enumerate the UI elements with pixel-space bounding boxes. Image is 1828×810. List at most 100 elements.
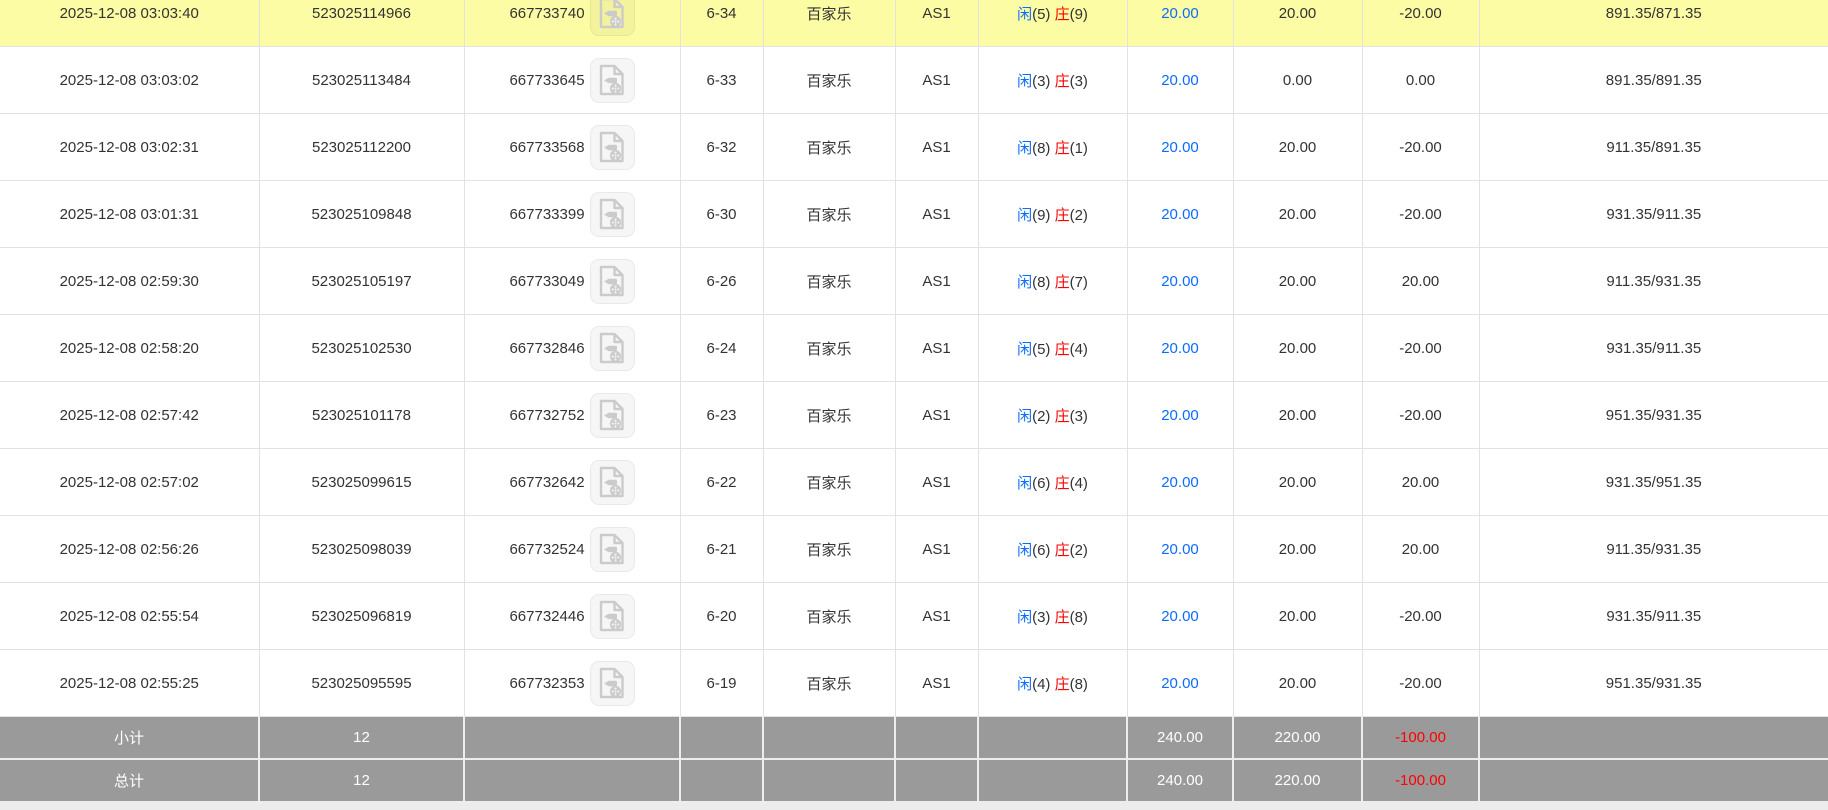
video-replay-button[interactable] bbox=[589, 526, 635, 572]
bet-time-cell: 2025-12-08 03:02:31 bbox=[0, 113, 260, 181]
bet-amount-link[interactable]: 20.00 bbox=[1161, 608, 1199, 625]
player-label: 闲 bbox=[1017, 5, 1033, 23]
game-id-text: 667732846 bbox=[509, 339, 585, 357]
video-replay-icon bbox=[599, 332, 624, 364]
valid-amount-cell: 20.00 bbox=[1233, 649, 1363, 717]
record-row[interactable]: 2025-12-08 03:02:31 523025112200 667733568… bbox=[0, 113, 1828, 181]
record-row[interactable]: 2025-12-08 02:55:25 523025095595 667732353… bbox=[0, 649, 1828, 717]
banker-label: 庄 bbox=[1054, 407, 1070, 425]
total-win-loss-cell: -100.00 bbox=[1362, 758, 1480, 803]
bet-amount-cell: 20.00 bbox=[1127, 649, 1234, 717]
win-loss-cell: -20.00 bbox=[1362, 180, 1480, 248]
round-cell: 6-26 bbox=[680, 247, 764, 315]
bet-amount-cell: 20.00 bbox=[1127, 582, 1234, 650]
bet-amount-cell: 20.00 bbox=[1127, 180, 1234, 248]
game-id-cell: 667732353 bbox=[464, 649, 681, 717]
win-loss-cell: 20.00 bbox=[1362, 448, 1480, 516]
bet-amount-link[interactable]: 20.00 bbox=[1161, 474, 1199, 491]
record-row[interactable]: 2025-12-08 02:57:42 523025101178 667732752… bbox=[0, 381, 1828, 449]
result-cell: 闲(8) 庄(7) bbox=[978, 247, 1128, 315]
record-row[interactable]: 2025-12-08 03:01:31 523025109848 667733399… bbox=[0, 180, 1828, 248]
total-bet-amount-cell: 240.00 bbox=[1127, 716, 1234, 760]
total-win-loss-cell: -100.00 bbox=[1362, 716, 1480, 760]
game-id-cell: 667732752 bbox=[464, 381, 681, 449]
bet-amount-link[interactable]: 20.00 bbox=[1161, 340, 1199, 357]
banker-label: 庄 bbox=[1054, 608, 1070, 626]
bet-amount-link[interactable]: 20.00 bbox=[1161, 139, 1199, 156]
record-row[interactable]: 2025-12-08 02:58:20 523025102530 667732846… bbox=[0, 314, 1828, 382]
balance-cell: 951.35/931.35 bbox=[1479, 649, 1828, 717]
bet-amount-cell: 20.00 bbox=[1127, 381, 1234, 449]
video-replay-icon bbox=[599, 533, 624, 565]
bet-time-cell: 2025-12-08 03:01:31 bbox=[0, 180, 260, 248]
bottom-strip bbox=[0, 803, 1828, 810]
player-label: 闲 bbox=[1017, 139, 1033, 157]
serial-number-cell: 523025095595 bbox=[259, 649, 465, 717]
valid-amount-cell: 20.00 bbox=[1233, 448, 1363, 516]
bet-amount-link[interactable]: 20.00 bbox=[1161, 206, 1199, 223]
table-name-cell: AS1 bbox=[895, 515, 979, 583]
game-type-cell: 百家乐 bbox=[763, 448, 896, 516]
banker-label: 庄 bbox=[1054, 206, 1070, 224]
player-label: 闲 bbox=[1017, 206, 1033, 224]
bet-time-cell: 2025-12-08 02:57:02 bbox=[0, 448, 260, 516]
bet-amount-link[interactable]: 20.00 bbox=[1161, 675, 1199, 692]
bet-amount-link[interactable]: 20.00 bbox=[1161, 541, 1199, 558]
video-replay-button[interactable] bbox=[589, 593, 635, 639]
result-cell: 闲(4) 庄(8) bbox=[978, 649, 1128, 717]
serial-number-cell: 523025101178 bbox=[259, 381, 465, 449]
video-replay-button[interactable] bbox=[589, 392, 635, 438]
total-valid-amount-cell: 220.00 bbox=[1233, 716, 1363, 760]
bet-time-cell: 2025-12-08 02:57:42 bbox=[0, 381, 260, 449]
round-cell: 6-19 bbox=[680, 649, 764, 717]
video-replay-button[interactable] bbox=[589, 0, 635, 36]
bet-amount-link[interactable]: 20.00 bbox=[1161, 72, 1199, 89]
result-cell: 闲(5) 庄(9) bbox=[978, 0, 1128, 47]
round-cell: 6-34 bbox=[680, 0, 764, 47]
grand-total-label: 总计 bbox=[0, 758, 260, 803]
bet-amount-link[interactable]: 20.00 bbox=[1161, 5, 1199, 22]
win-loss-cell: -20.00 bbox=[1362, 649, 1480, 717]
table-name-cell: AS1 bbox=[895, 649, 979, 717]
game-id-cell: 667733399 bbox=[464, 180, 681, 248]
game-id-text: 667732752 bbox=[509, 406, 585, 424]
bet-amount-link[interactable]: 20.00 bbox=[1161, 273, 1199, 290]
video-replay-button[interactable] bbox=[589, 57, 635, 103]
banker-label: 庄 bbox=[1054, 541, 1070, 559]
win-loss-cell: -20.00 bbox=[1362, 0, 1480, 47]
record-row[interactable]: 2025-12-08 02:56:26 523025098039 667732524… bbox=[0, 515, 1828, 583]
video-replay-button[interactable] bbox=[589, 459, 635, 505]
video-replay-button[interactable] bbox=[589, 191, 635, 237]
subtotal-label: 小计 bbox=[0, 716, 260, 760]
round-cell: 6-23 bbox=[680, 381, 764, 449]
game-type-cell: 百家乐 bbox=[763, 46, 896, 114]
round-cell: 6-21 bbox=[680, 515, 764, 583]
banker-label: 庄 bbox=[1054, 72, 1070, 90]
banker-label: 庄 bbox=[1054, 5, 1070, 23]
bet-amount-link[interactable]: 20.00 bbox=[1161, 407, 1199, 424]
record-row[interactable]: 2025-12-08 03:03:40 523025114966 667733740… bbox=[0, 0, 1828, 47]
video-replay-button[interactable] bbox=[589, 660, 635, 706]
record-row[interactable]: 2025-12-08 03:03:02 523025113484 667733645… bbox=[0, 46, 1828, 114]
win-loss-cell: 0.00 bbox=[1362, 46, 1480, 114]
table-name-cell: AS1 bbox=[895, 247, 979, 315]
table-name-cell: AS1 bbox=[895, 46, 979, 114]
balance-cell: 931.35/911.35 bbox=[1479, 314, 1828, 382]
record-row[interactable]: 2025-12-08 02:59:30 523025105197 667733049… bbox=[0, 247, 1828, 315]
game-id-text: 667732446 bbox=[509, 607, 585, 625]
game-id-text: 667733399 bbox=[509, 205, 585, 223]
serial-number-cell: 523025099615 bbox=[259, 448, 465, 516]
game-id-cell: 667732846 bbox=[464, 314, 681, 382]
record-row[interactable]: 2025-12-08 02:57:02 523025099615 667732642… bbox=[0, 448, 1828, 516]
video-replay-button[interactable] bbox=[589, 124, 635, 170]
result-cell: 闲(2) 庄(3) bbox=[978, 381, 1128, 449]
record-row[interactable]: 2025-12-08 02:55:54 523025096819 667732446… bbox=[0, 582, 1828, 650]
video-replay-button[interactable] bbox=[589, 258, 635, 304]
win-loss-cell: 20.00 bbox=[1362, 515, 1480, 583]
result-cell: 闲(6) 庄(4) bbox=[978, 448, 1128, 516]
bet-amount-cell: 20.00 bbox=[1127, 113, 1234, 181]
video-replay-button[interactable] bbox=[589, 325, 635, 371]
round-cell: 6-20 bbox=[680, 582, 764, 650]
empty-result-cell bbox=[978, 758, 1128, 803]
bet-records-table: 2025-12-08 03:03:40 523025114966 667733740… bbox=[0, 0, 1828, 803]
